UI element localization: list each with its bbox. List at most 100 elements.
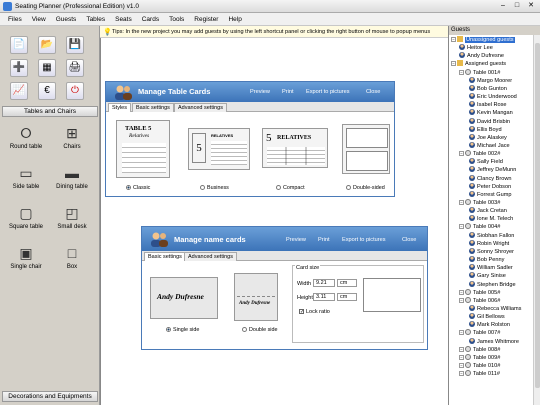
- tab-styles[interactable]: Styles: [108, 103, 131, 112]
- guest-item[interactable]: Robin Wright: [469, 239, 509, 248]
- name-cards-print-link[interactable]: Print: [318, 237, 330, 243]
- guest-group[interactable]: − Assigned guests: [451, 60, 506, 68]
- table-cards-preview-link[interactable]: Preview: [250, 89, 270, 95]
- guest-item[interactable]: David Brisbin: [469, 117, 510, 126]
- expand-toggle-icon[interactable]: −: [459, 363, 464, 368]
- tab-basic-settings[interactable]: Basic settings: [132, 103, 174, 112]
- guest-item[interactable]: Gil Bellows: [469, 313, 505, 321]
- expand-toggle-icon[interactable]: −: [451, 61, 456, 67]
- table-cards-print-link[interactable]: Print: [282, 89, 294, 95]
- table-item[interactable]: − Table 001#: [459, 68, 500, 77]
- table-item[interactable]: − Table 002#: [459, 150, 500, 158]
- guest-item[interactable]: Clancy Brown: [469, 174, 512, 183]
- table-item[interactable]: − Table 010#: [459, 362, 500, 370]
- scrollbar-thumb[interactable]: [535, 43, 540, 388]
- open-project-button[interactable]: 📂: [38, 36, 56, 54]
- classic-style-preview[interactable]: TABLE 5 Relatives: [116, 120, 170, 178]
- compact-style-preview[interactable]: 5 RELATIVES: [262, 128, 328, 168]
- guest-item[interactable]: James Whitmore: [469, 337, 519, 346]
- menu-tables[interactable]: Tables: [84, 13, 107, 26]
- name-cards-close-link[interactable]: Close: [402, 237, 416, 243]
- expand-toggle-icon[interactable]: −: [459, 200, 464, 205]
- table-item[interactable]: − Table 006#: [459, 296, 500, 305]
- side-table-tool[interactable]: ▭ Side table: [6, 162, 46, 196]
- maximize-button[interactable]: □: [510, 1, 524, 11]
- menu-help[interactable]: Help: [226, 13, 243, 26]
- guest-item[interactable]: Jack Cretan: [469, 207, 507, 215]
- currency-button[interactable]: €: [38, 82, 56, 100]
- tab-name-basic-settings[interactable]: Basic settings: [144, 252, 186, 261]
- style-classic-radio[interactable]: Classic: [126, 185, 150, 191]
- width-input[interactable]: 9.21: [313, 279, 335, 287]
- spreadsheet-button[interactable]: ▦: [38, 59, 56, 77]
- double-sided-style-preview[interactable]: [342, 124, 390, 174]
- height-input[interactable]: 3.11: [313, 293, 335, 301]
- guest-tree[interactable]: − Unassigned guests Heitor Lee Andy Dufresn…: [449, 35, 534, 405]
- expand-toggle-icon[interactable]: −: [459, 289, 464, 295]
- guest-item[interactable]: Michael Jace: [469, 141, 510, 150]
- dining-table-tool[interactable]: ▬ Dining table: [52, 162, 92, 196]
- guest-item[interactable]: Bob Penny: [469, 256, 504, 264]
- table-item[interactable]: − Table 007#: [459, 329, 500, 337]
- expand-toggle-icon[interactable]: −: [459, 346, 464, 352]
- expand-toggle-icon[interactable]: −: [459, 330, 464, 336]
- table-item[interactable]: − Table 003#: [459, 199, 500, 207]
- canvas-area[interactable]: Manage Table Cards Preview Print Export …: [100, 38, 448, 405]
- expand-toggle-icon[interactable]: −: [459, 354, 464, 360]
- guest-item[interactable]: Isabel Rose: [469, 101, 507, 109]
- chart-button[interactable]: 📈: [10, 82, 28, 100]
- table-item[interactable]: − Table 009#: [459, 353, 500, 362]
- guest-item[interactable]: Andy Dufresne: [459, 52, 504, 60]
- table-item[interactable]: − Table 008#: [459, 345, 500, 354]
- menu-files[interactable]: Files: [6, 13, 24, 26]
- round-table-tool[interactable]: ⭘ Round table: [6, 122, 46, 156]
- guest-item[interactable]: William Sadler: [469, 264, 513, 272]
- guest-item[interactable]: Gary Sinise: [469, 272, 506, 280]
- guest-item[interactable]: Joe Alaskey: [469, 133, 507, 142]
- style-business-radio[interactable]: Business: [200, 185, 229, 191]
- menu-cards[interactable]: Cards: [140, 13, 161, 26]
- guest-item[interactable]: Kevin Mangan: [469, 109, 513, 117]
- guest-item[interactable]: Rebecca Williams: [469, 304, 521, 313]
- business-style-preview[interactable]: 5 RELATIVES: [188, 128, 250, 170]
- single-chair-tool[interactable]: ▣ Single chair: [6, 242, 46, 276]
- add-guest-button[interactable]: ➕: [10, 59, 28, 77]
- guest-item[interactable]: Forrest Gump: [469, 190, 512, 199]
- double-side-preview[interactable]: Andy Dufresne: [234, 273, 278, 321]
- menu-view[interactable]: View: [30, 13, 48, 26]
- save-project-button[interactable]: 💾: [66, 36, 84, 54]
- box-tool[interactable]: □ Box: [52, 242, 92, 276]
- single-side-radio[interactable]: Single side: [166, 327, 199, 333]
- table-item[interactable]: − Table 004#: [459, 223, 500, 231]
- guest-item[interactable]: Eric Underwood: [469, 93, 517, 101]
- expand-toggle-icon[interactable]: −: [459, 371, 464, 377]
- guest-item[interactable]: Bob Gunton: [469, 84, 507, 93]
- width-unit-select[interactable]: cm: [337, 279, 357, 287]
- expand-toggle-icon[interactable]: −: [459, 224, 464, 230]
- lock-ratio-checkbox[interactable]: ✓ Lock ratio: [299, 309, 330, 315]
- table-item[interactable]: − Table 005#: [459, 288, 500, 297]
- guest-item[interactable]: Mark Rolston: [469, 321, 510, 329]
- small-desk-tool[interactable]: ◰ Small desk: [52, 202, 92, 236]
- name-cards-export-link[interactable]: Export to pictures: [342, 237, 386, 243]
- guest-item[interactable]: Jeffrey DeMunn: [469, 166, 516, 174]
- style-double-sided-radio[interactable]: Double-sided: [346, 185, 385, 191]
- name-cards-preview-link[interactable]: Preview: [286, 237, 306, 243]
- section-decorations[interactable]: Decorations and Equipments: [2, 391, 98, 402]
- height-unit-select[interactable]: cm: [337, 293, 357, 301]
- double-side-radio[interactable]: Double side: [242, 327, 277, 333]
- guest-item[interactable]: Sonny Shroyer: [469, 247, 514, 256]
- single-side-preview[interactable]: Andy Dufresne: [150, 277, 218, 319]
- guest-item[interactable]: Ellis Boyd: [469, 125, 502, 134]
- guest-item[interactable]: Peter Dobson: [469, 182, 511, 191]
- expand-toggle-icon[interactable]: −: [451, 37, 456, 42]
- guest-item[interactable]: Ione M. Telech: [469, 215, 513, 223]
- guest-item[interactable]: Sally Field: [469, 158, 503, 166]
- table-cards-close-link[interactable]: Close: [366, 89, 380, 95]
- new-project-button[interactable]: 📄: [10, 36, 28, 54]
- expand-toggle-icon[interactable]: −: [459, 297, 464, 303]
- menu-seats[interactable]: Seats: [113, 13, 134, 26]
- guest-tree-scrollbar[interactable]: [533, 35, 540, 405]
- menu-tools[interactable]: Tools: [167, 13, 186, 26]
- section-tables-and-chairs[interactable]: Tables and Chairs: [2, 106, 98, 117]
